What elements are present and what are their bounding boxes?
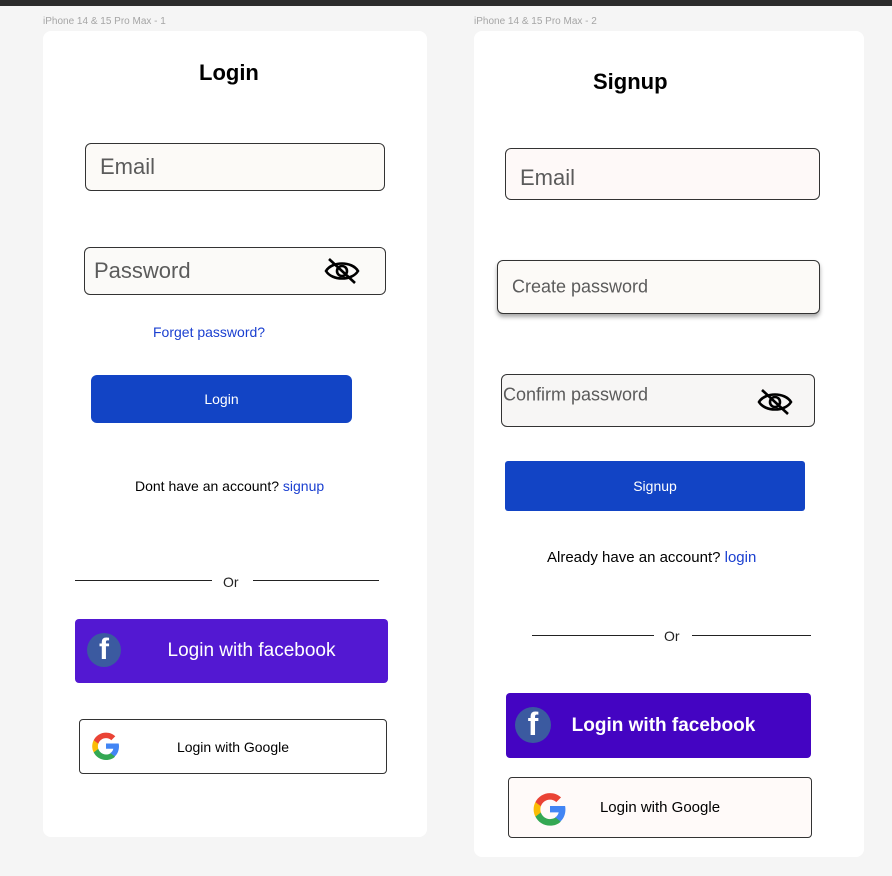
login-password-placeholder: Password: [94, 258, 191, 283]
or-label: Or: [664, 628, 680, 644]
login-button-label: Login: [204, 391, 239, 407]
login-button[interactable]: Login: [91, 375, 352, 423]
google-icon: [92, 732, 119, 760]
divider-left: [532, 635, 654, 636]
google-button-label: Login with Google: [176, 738, 290, 755]
facebook-icon: f: [515, 707, 551, 743]
forgot-password-link[interactable]: Forget password?: [153, 324, 265, 340]
divider-left: [75, 580, 212, 581]
eye-slash-icon[interactable]: [756, 387, 794, 417]
no-account-text: Dont have an account?: [135, 478, 279, 494]
facebook-button-label: Login with facebook: [571, 714, 756, 736]
login-facebook-button[interactable]: f Login with facebook: [75, 619, 388, 683]
signup-link[interactable]: signup: [283, 478, 324, 494]
login-screen: Login Email Password Forget password? Lo…: [43, 31, 427, 837]
top-bar: [0, 0, 892, 6]
signup-title: Signup: [593, 69, 668, 94]
have-account-text: Already have an account?: [547, 549, 721, 566]
confirm-password-placeholder: Confirm password: [503, 384, 649, 405]
signup-email-field[interactable]: Email: [505, 148, 820, 200]
signup-screen: Signup Email Create password Confirm pas…: [474, 31, 864, 857]
login-prompt: Already have an account? login: [547, 549, 756, 566]
facebook-button-label: Login with facebook: [167, 640, 336, 661]
login-email-field[interactable]: Email: [85, 143, 385, 191]
create-password-placeholder: Create password: [512, 276, 649, 297]
create-password-field[interactable]: Create password: [497, 260, 820, 314]
login-link[interactable]: login: [725, 549, 757, 566]
divider-right: [253, 580, 379, 581]
login-password-field[interactable]: Password: [84, 247, 386, 295]
divider-right: [692, 635, 811, 636]
login-email-placeholder: Email: [100, 154, 156, 179]
or-label: Or: [223, 574, 239, 590]
signup-email-placeholder: Email: [520, 165, 576, 190]
frame-label-login: iPhone 14 & 15 Pro Max - 1: [43, 16, 166, 27]
signup-google-button[interactable]: Login with Google: [508, 777, 812, 838]
frame-label-signup: iPhone 14 & 15 Pro Max - 2: [474, 16, 597, 27]
signup-prompt: Dont have an account? signup: [135, 478, 324, 494]
login-google-button[interactable]: Login with Google: [79, 719, 387, 774]
signup-button[interactable]: Signup: [505, 461, 805, 511]
google-button-label: Login with Google: [599, 799, 721, 816]
signup-button-label: Signup: [633, 478, 677, 494]
eye-slash-icon[interactable]: [323, 256, 361, 286]
confirm-password-field[interactable]: Confirm password: [501, 374, 815, 427]
google-icon: [533, 793, 566, 826]
facebook-icon: f: [87, 633, 121, 667]
login-title: Login: [199, 60, 259, 85]
signup-facebook-button[interactable]: f Login with facebook: [506, 693, 811, 758]
